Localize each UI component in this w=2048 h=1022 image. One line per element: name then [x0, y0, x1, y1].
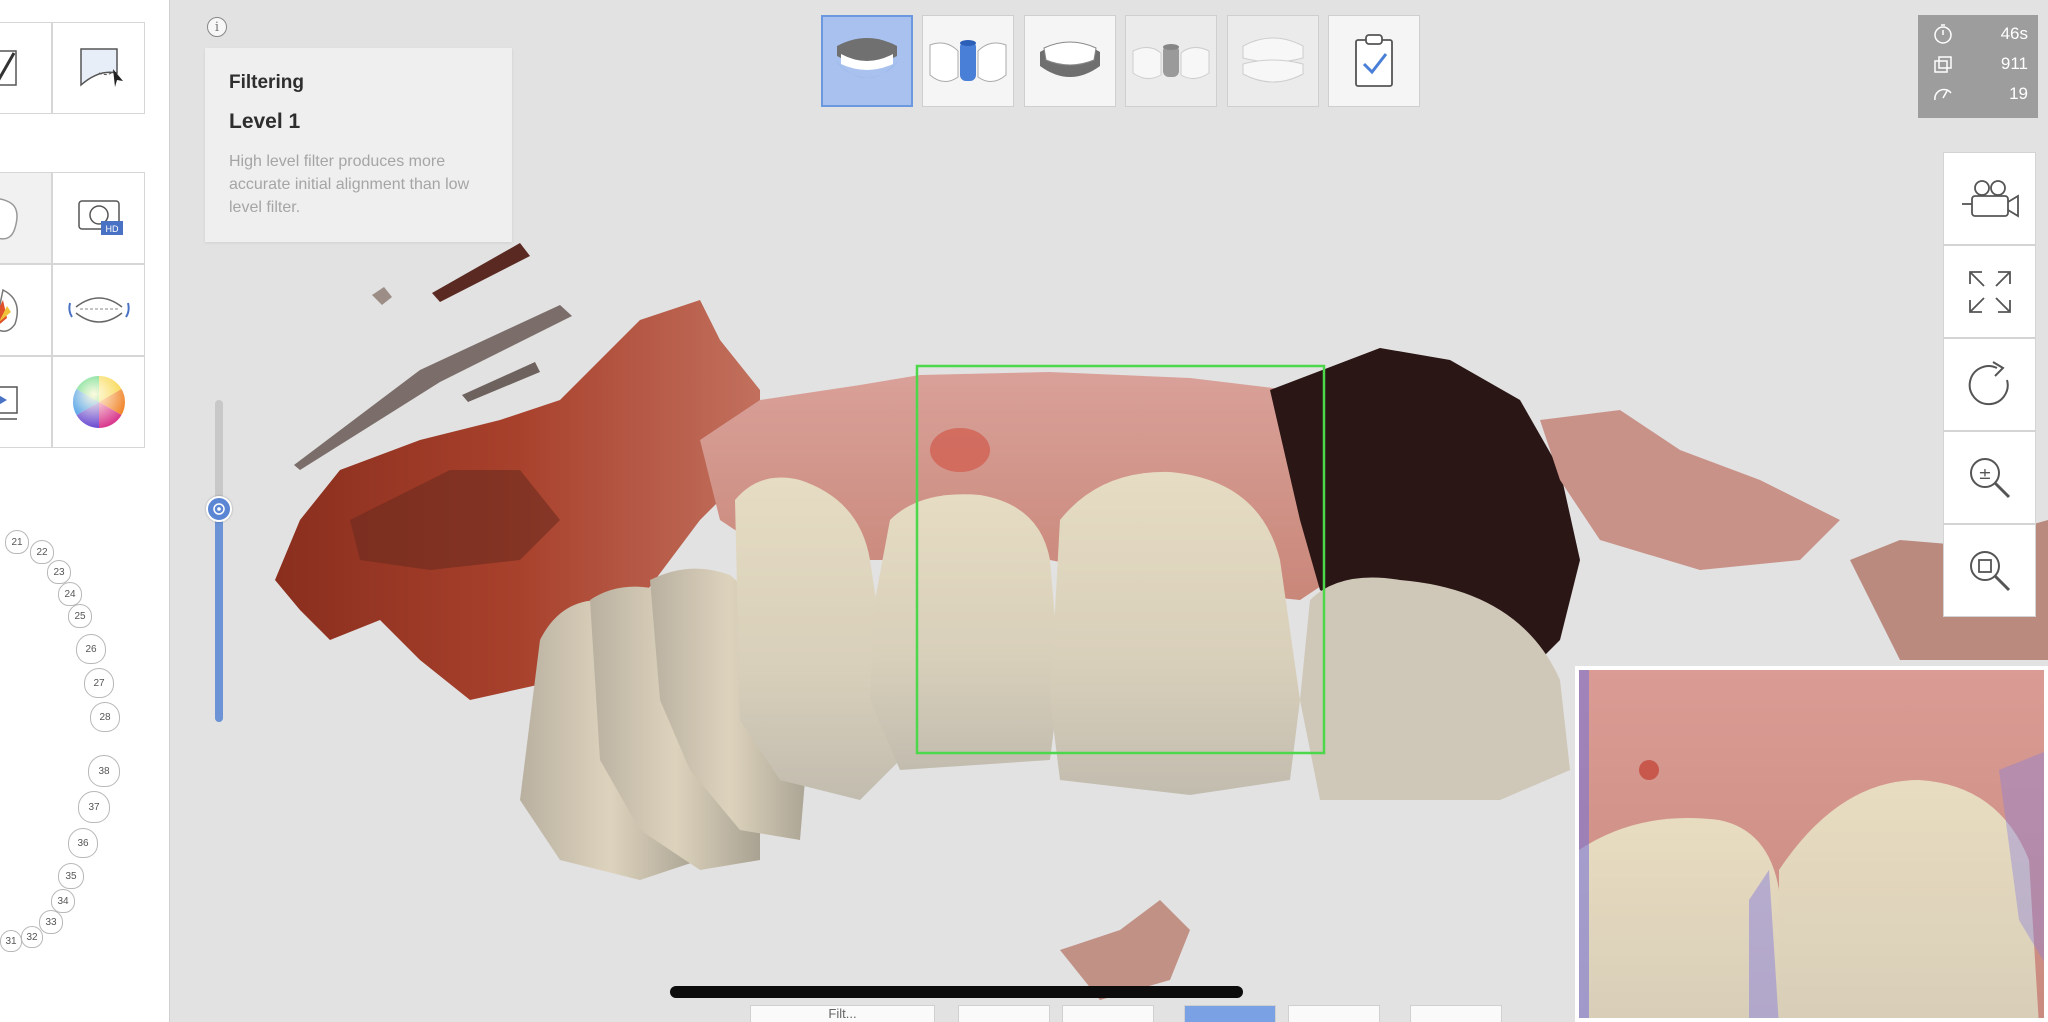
zoom-button[interactable]: ±: [1943, 431, 2036, 524]
stat-frames: 911: [1918, 49, 2038, 79]
bottom-tool-active[interactable]: [1184, 1005, 1276, 1022]
bottom-tool-6[interactable]: [1410, 1005, 1502, 1022]
stage-mandible-button[interactable]: [1024, 15, 1116, 107]
checklist-icon: [1355, 34, 1393, 87]
rotate-icon: [1968, 360, 2009, 405]
rotate-button[interactable]: [1943, 338, 2036, 431]
maxilla-icon: [835, 38, 899, 78]
stat-speed: 19: [1918, 79, 2038, 109]
fit-screen-icon: [1968, 270, 2011, 313]
home-indicator: [670, 986, 1243, 998]
prep-die-icon: [929, 40, 1007, 82]
zoom-fit-button[interactable]: [1943, 524, 2036, 617]
filter-slider-handle[interactable]: [206, 496, 232, 522]
bottom-tool-5[interactable]: [1288, 1005, 1380, 1022]
scan-stats-panel: 46s 911 19: [1918, 15, 2038, 118]
live-camera-preview: [1575, 666, 2048, 1022]
filter-tab-label: Filt...: [828, 1006, 857, 1021]
bottom-tool-3[interactable]: [1062, 1005, 1154, 1022]
stage-prep-die-button[interactable]: [922, 15, 1014, 107]
zoom-icon: ±: [1969, 457, 2010, 498]
camera-view-button[interactable]: [1943, 152, 2036, 245]
stage-maxilla-button[interactable]: [821, 15, 913, 107]
filter-slider-fill: [215, 507, 223, 722]
frames-icon: [1934, 56, 1952, 73]
bottom-tool-2[interactable]: [958, 1005, 1050, 1022]
stat-speed-value: 19: [2009, 84, 2028, 103]
tooltip-description: High level filter produces more accurate…: [229, 153, 470, 216]
stat-time-value: 46s: [2000, 24, 2028, 43]
stage-review-button[interactable]: [1328, 15, 1420, 107]
zoom-fit-icon: [1969, 550, 2010, 591]
svg-text:±: ±: [1978, 464, 1991, 483]
stopwatch-icon: [1934, 24, 1952, 44]
fit-screen-button[interactable]: [1943, 245, 2036, 338]
mandible-icon: [1040, 41, 1100, 77]
stage-occlusion-button[interactable]: [1227, 15, 1319, 107]
occlusion-icon: [1242, 37, 1304, 83]
stage-lower-die-button[interactable]: [1125, 15, 1217, 107]
lower-die-icon: [1132, 44, 1210, 79]
tooltip-title: Filtering: [229, 72, 304, 93]
tooltip-level: Level 1: [229, 110, 301, 133]
info-icon[interactable]: i: [207, 17, 227, 37]
camera-view-icon: [1961, 179, 2019, 218]
stat-frames-value: 911: [2000, 54, 2028, 73]
speed-gauge-icon: [1934, 88, 1952, 101]
filter-tab[interactable]: Filt...: [750, 1005, 935, 1022]
stat-time: 46s: [1918, 19, 2038, 49]
filter-tooltip: Filtering Level 1 High level filter prod…: [205, 48, 512, 242]
